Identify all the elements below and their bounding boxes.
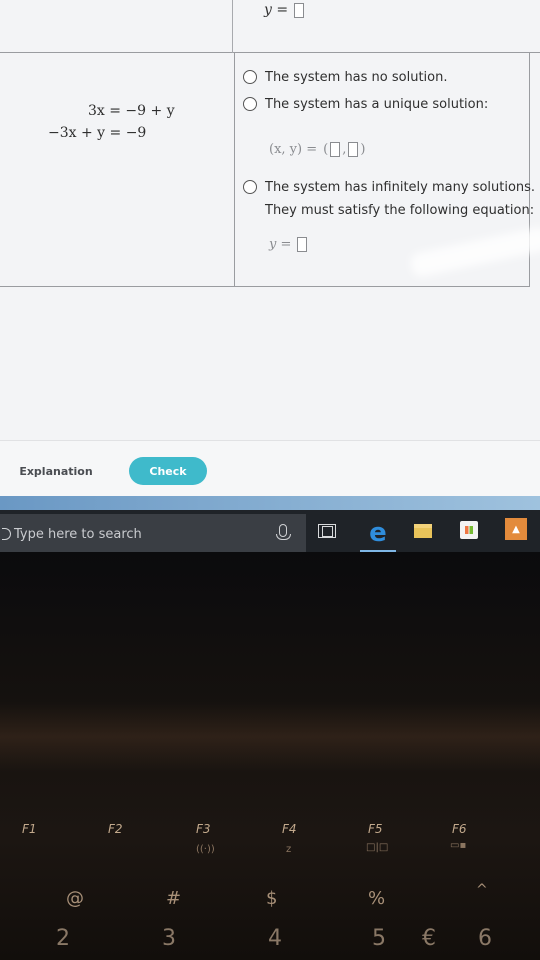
file-explorer-icon[interactable] [414, 524, 432, 538]
radio-infinite-solutions[interactable] [243, 180, 257, 194]
key-3: 3 [162, 926, 176, 951]
x-input-box[interactable] [330, 142, 341, 157]
key-f6: F6 [452, 822, 467, 836]
task-view-icon[interactable] [318, 524, 336, 538]
column-divider [232, 0, 233, 53]
key-at-symbol: @ [66, 888, 84, 909]
unique-solution-answer: (x, y) = (,) [269, 142, 365, 157]
unique-solution-label: (x, y) = [269, 142, 318, 157]
explanation-button[interactable]: Explanation [10, 458, 102, 484]
y-equation-input-box[interactable] [297, 237, 308, 252]
option-no-solution-label: The system has no solution. [265, 69, 448, 85]
option-unique-solution[interactable]: The system has a unique solution: [243, 94, 488, 114]
windows-taskbar: Type here to search e ▲ [0, 510, 540, 552]
key-f1: F1 [22, 822, 37, 836]
display-switch-icon: □|□ [366, 842, 389, 853]
key-dollar-symbol: $ [266, 888, 278, 909]
chevron-up-icon: ▲ [512, 523, 520, 535]
option-infinite-solutions[interactable]: The system has infinitely many solutions… [243, 177, 535, 197]
question-page: y = 3x = −9 + y −3x + y = −9 The system … [0, 0, 540, 440]
option-infinite-solutions-subtext: They must satisfy the following equation… [265, 203, 535, 218]
pinned-app-icon[interactable]: ▲ [505, 518, 527, 540]
key-caret-symbol: ^ [476, 882, 488, 898]
key-f3: F3 [196, 822, 211, 836]
keyboard-reflection [0, 702, 540, 772]
edge-glyph: e [369, 518, 387, 548]
equation-1: 3x = −9 + y [88, 103, 175, 119]
ordered-pair-input: (,) [323, 142, 366, 157]
key-2: 2 [56, 926, 70, 951]
infinite-solution-label: y = [269, 237, 292, 252]
taskbar-search-box[interactable]: Type here to search [0, 514, 306, 552]
option-infinite-solutions-label: The system has infinitely many solutions… [265, 179, 536, 195]
radio-unique-solution[interactable] [243, 97, 257, 111]
previous-answer-equation: y = [264, 2, 305, 18]
y-input-box[interactable] [348, 142, 359, 157]
store-icon[interactable] [460, 521, 478, 539]
action-footer: Explanation Check [0, 440, 540, 496]
check-button[interactable]: Check [129, 457, 207, 485]
sleep-icon: z [286, 844, 292, 855]
equation-2: −3x + y = −9 [48, 125, 147, 141]
infinite-solution-answer: y = [269, 237, 308, 252]
screen: y = 3x = −9 + y −3x + y = −9 The system … [0, 0, 540, 552]
key-6: 6 [478, 926, 492, 951]
key-euro: € [422, 926, 436, 951]
search-icon [2, 528, 11, 540]
key-5: 5 [372, 926, 386, 951]
search-placeholder: Type here to search [14, 526, 142, 542]
keyboard-area: F1 F2 F3 F4 F5 F6 ((·)) z □|□ ▭▪ @ # $ %… [0, 552, 540, 960]
wireless-icon: ((·)) [196, 844, 215, 855]
edge-browser-icon[interactable]: e [360, 516, 396, 552]
key-f4: F4 [282, 822, 297, 836]
system-of-equations: 3x = −9 + y −3x + y = −9 [38, 100, 175, 144]
option-no-solution[interactable]: The system has no solution. [243, 67, 448, 87]
key-4: 4 [268, 926, 282, 951]
window-bottom-bar [0, 496, 540, 510]
column-divider [234, 53, 235, 287]
option-unique-solution-label: The system has a unique solution: [265, 96, 489, 112]
key-f5: F5 [368, 822, 383, 836]
previous-answer-box[interactable] [294, 2, 305, 18]
previous-answer-label: y = [264, 2, 289, 18]
key-hash-symbol: # [166, 888, 182, 909]
microphone-icon[interactable] [276, 524, 291, 540]
previous-problem-row: y = [0, 0, 540, 53]
key-percent-symbol: % [368, 888, 386, 909]
radio-no-solution[interactable] [243, 70, 257, 84]
key-f2: F2 [108, 822, 123, 836]
touchpad-icon: ▭▪ [450, 840, 467, 851]
